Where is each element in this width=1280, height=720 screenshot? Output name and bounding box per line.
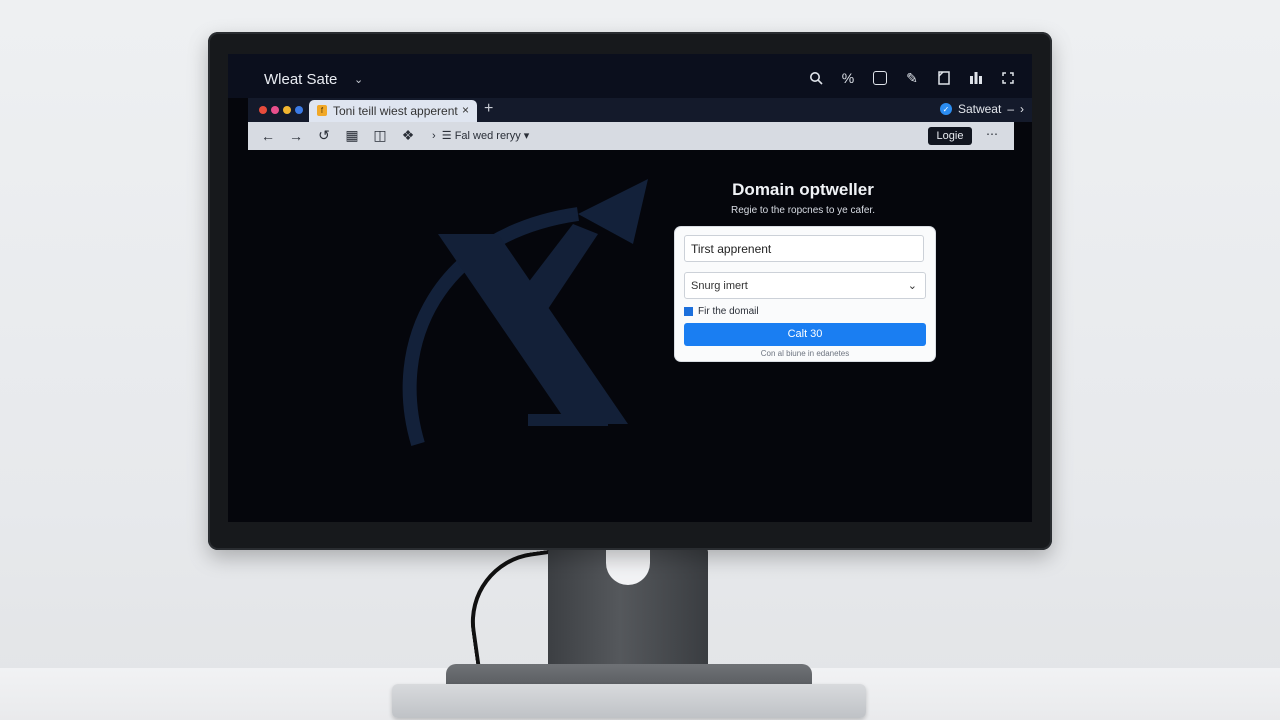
app-bar: Wleat Sate ⌄ % ✎ (228, 54, 1032, 98)
search-icon[interactable] (806, 68, 826, 88)
box-icon[interactable] (870, 68, 890, 88)
submit-button[interactable]: Calt 30 (684, 323, 926, 346)
favicon-icon: f (317, 105, 327, 116)
checkbox-label: Fir the domail (698, 306, 759, 317)
chevron-down-icon: ⌄ (907, 280, 917, 292)
app-toolbar: % ✎ (806, 68, 1018, 88)
account-label: Satweat (957, 102, 1002, 116)
chevron-down-icon[interactable]: ⌄ (354, 73, 363, 86)
account-menu[interactable]: ✓ Satweat – › (939, 102, 1024, 116)
breadcrumb[interactable]: › ☰ Fal wed reryy ▾ (432, 129, 529, 142)
grid-view-icon[interactable]: ▦ (344, 127, 360, 144)
zoom-dot[interactable] (283, 106, 291, 114)
address-bar: ← → ↺ ▦ ◫ ❖ › ☰ Fal wed reryy ▾ Logie ⋯ (248, 122, 1014, 150)
breadcrumb-label: Fal wed reryy (454, 130, 521, 142)
back-arrow-icon[interactable]: ← (260, 128, 276, 144)
close-icon[interactable]: × (462, 103, 469, 117)
account-icon: ✓ (939, 103, 952, 115)
stand-base-plate (392, 684, 866, 718)
name-input[interactable]: Tirst apprenent (684, 235, 924, 262)
percent-icon[interactable]: % (838, 68, 858, 88)
checkbox[interactable] (684, 307, 693, 316)
more-icon[interactable]: ⋯ (986, 127, 998, 141)
select-value: Snurg imert (691, 280, 748, 292)
screen: Wleat Sate ⌄ % ✎ f Toni teill wiest appe… (228, 54, 1032, 522)
minimize-dot[interactable] (271, 106, 279, 114)
close-dot[interactable] (259, 106, 267, 114)
new-tab-button[interactable]: + (484, 100, 493, 118)
tab-active[interactable]: f Toni teill wiest apperent × (309, 100, 477, 122)
grid-icon[interactable] (966, 68, 986, 88)
form-footnote: Con al biune in edanetes (760, 349, 850, 358)
checkbox-row[interactable]: Fir the domail (684, 306, 759, 317)
bag-icon[interactable]: ◫ (372, 127, 388, 144)
pencil-icon[interactable]: ✎ (902, 68, 922, 88)
background-logo-icon (402, 179, 648, 447)
form-card: Tirst apprenent Snurg imert ⌄ Fir the do… (675, 227, 935, 361)
form-subtitle: Regie to the ropcnes to ye cafer. (731, 205, 875, 216)
forward-arrow-icon[interactable]: → (288, 128, 304, 144)
tab-strip: f Toni teill wiest apperent × + ✓ Satwea… (248, 98, 1032, 122)
copy-icon[interactable] (934, 68, 954, 88)
nav-buttons: ← → ↺ ▦ ◫ ❖ (260, 127, 416, 144)
option-select[interactable]: Snurg imert ⌄ (684, 272, 926, 299)
box-icon-shape (873, 71, 887, 85)
app-title: Wleat Sate (264, 71, 338, 88)
extension-icon[interactable]: ❖ (400, 127, 416, 144)
login-button[interactable]: Logie (928, 127, 972, 145)
refresh-icon[interactable]: ↺ (316, 127, 332, 144)
window-controls (259, 106, 303, 114)
extra-dot[interactable] (295, 106, 303, 114)
expand-icon[interactable] (998, 68, 1018, 88)
tab-title: Toni teill wiest apperent (333, 104, 458, 118)
chevron-right-icon[interactable]: › (1020, 102, 1024, 116)
minus-icon[interactable]: – (1007, 102, 1014, 116)
form-heading: Domain optweller (732, 180, 874, 199)
